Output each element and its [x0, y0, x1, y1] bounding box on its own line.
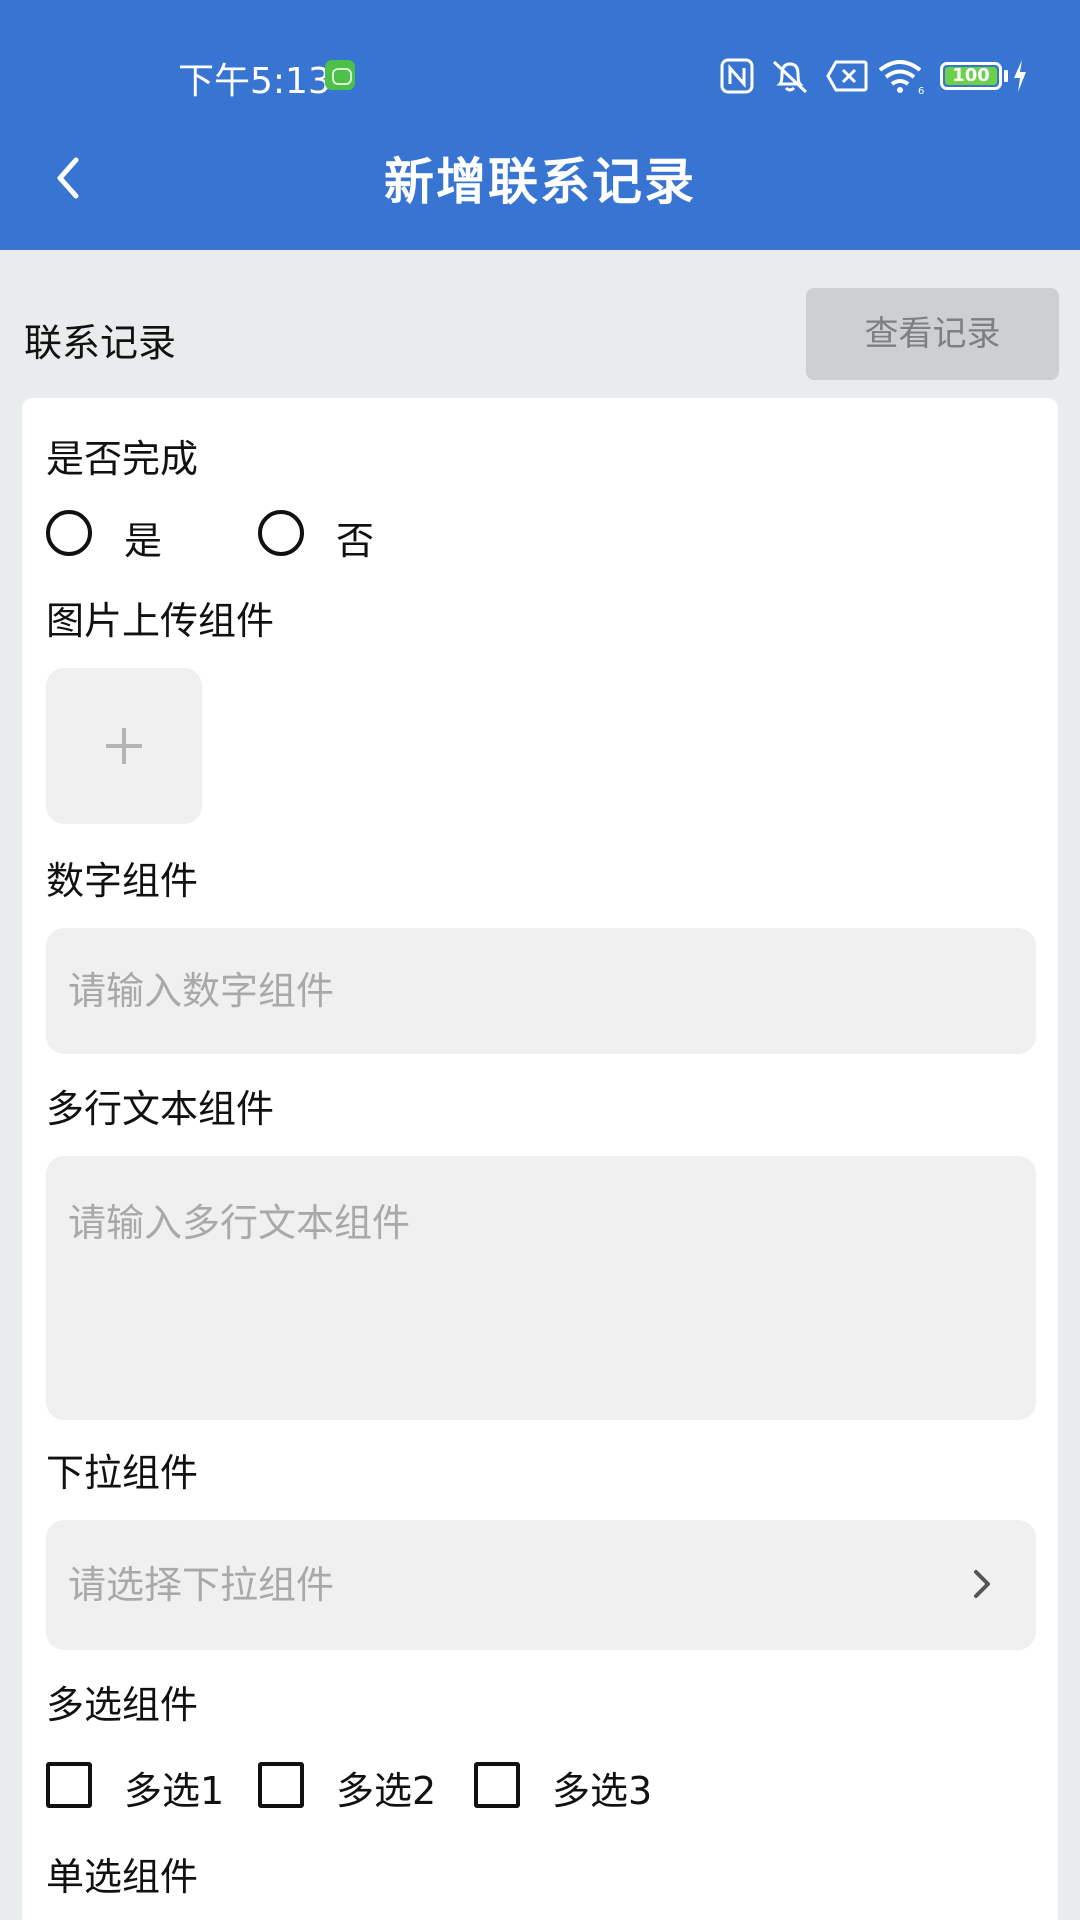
checkbox-3-label[interactable]: 多选3 [552, 1760, 652, 1815]
image-upload-button[interactable] [46, 668, 202, 824]
status-time: 下午5:13 [178, 61, 331, 102]
radio-yes-label[interactable]: 是 [124, 510, 162, 565]
section-title: 联系记录 [24, 321, 177, 365]
completed-label: 是否完成 [46, 437, 199, 481]
multi-select-label: 多选组件 [46, 1683, 199, 1727]
image-upload-label: 图片上传组件 [46, 599, 275, 643]
chevron-right-icon [974, 1570, 990, 1598]
radio-no-label[interactable]: 否 [336, 510, 374, 565]
header-bar: 下午5:13 6 100 新增联系记录 [0, 0, 1080, 250]
number-input[interactable] [46, 928, 1036, 1054]
battery-level: 100 [945, 67, 997, 85]
checkbox-1-label[interactable]: 多选1 [124, 1760, 224, 1815]
battery-icon: 100 [940, 62, 1002, 90]
status-bar: 下午5:13 6 100 [0, 0, 1080, 130]
dropdown-label: 下拉组件 [46, 1451, 199, 1495]
page-title: 新增联系记录 [384, 153, 696, 211]
mute-icon [772, 60, 808, 94]
plus-icon [46, 668, 202, 824]
form-card: 是否完成 是 否 图片上传组件 数字组件 多行文本组件 下拉组件 请选择下拉组件… [22, 398, 1058, 1920]
multiline-label: 多行文本组件 [46, 1087, 275, 1131]
svg-text:6: 6 [918, 86, 924, 96]
view-records-button[interactable]: 查看记录 [806, 288, 1059, 380]
multiline-textarea[interactable] [46, 1156, 1036, 1420]
sim-error-icon [826, 60, 868, 92]
checkbox-2[interactable] [258, 1762, 304, 1808]
checkbox-2-label[interactable]: 多选2 [336, 1760, 436, 1815]
single-select-label: 单选组件 [46, 1855, 199, 1899]
radio-yes[interactable] [46, 510, 92, 556]
dropdown-select[interactable]: 请选择下拉组件 [46, 1520, 1036, 1650]
dropdown-placeholder: 请选择下拉组件 [68, 1563, 335, 1607]
battery-tip [1004, 70, 1008, 82]
wifi-icon: 6 [878, 60, 924, 96]
radio-no[interactable] [258, 510, 304, 556]
checkbox-1[interactable] [46, 1762, 92, 1808]
checkbox-3[interactable] [474, 1762, 520, 1808]
charging-icon [1014, 60, 1026, 92]
number-label: 数字组件 [46, 859, 199, 903]
app-notification-icon [325, 60, 355, 90]
nfc-icon [720, 58, 754, 94]
